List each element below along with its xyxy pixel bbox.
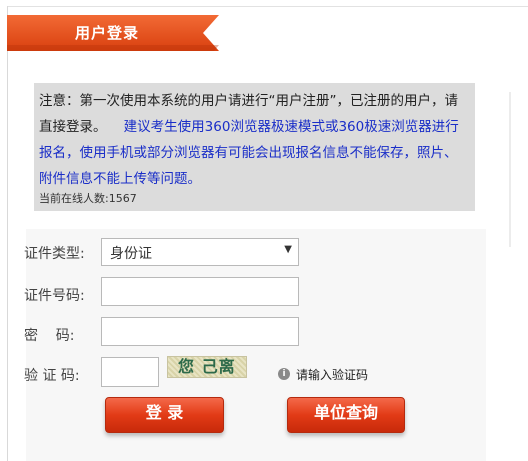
chevron-down-icon: ▼: [284, 244, 292, 255]
right-divider: [509, 92, 511, 247]
id-type-select[interactable]: 身份证 ▼: [101, 238, 299, 266]
password-input[interactable]: [101, 317, 299, 346]
captcha-hint: 请输入验证码: [296, 368, 369, 382]
page-title: 用户登录: [75, 24, 140, 42]
online-count: 当前在线人数:1567: [39, 192, 137, 205]
captcha-label: 验 证 码:: [24, 368, 80, 384]
info-icon: i: [278, 368, 290, 380]
unit-query-button[interactable]: 单位查询: [287, 397, 405, 433]
password-label: 密 码:: [24, 328, 75, 344]
captcha-image[interactable]: 您 己离: [167, 356, 247, 378]
login-button[interactable]: 登 录: [105, 397, 224, 433]
id-number-input[interactable]: [101, 277, 299, 306]
frame-top-border: [7, 6, 528, 7]
captcha-input[interactable]: [101, 357, 159, 387]
frame-left-border: [7, 6, 8, 461]
id-type-label: 证件类型:: [24, 246, 85, 262]
id-number-label: 证件号码:: [24, 288, 85, 304]
id-type-selected-value: 身份证: [110, 246, 152, 262]
